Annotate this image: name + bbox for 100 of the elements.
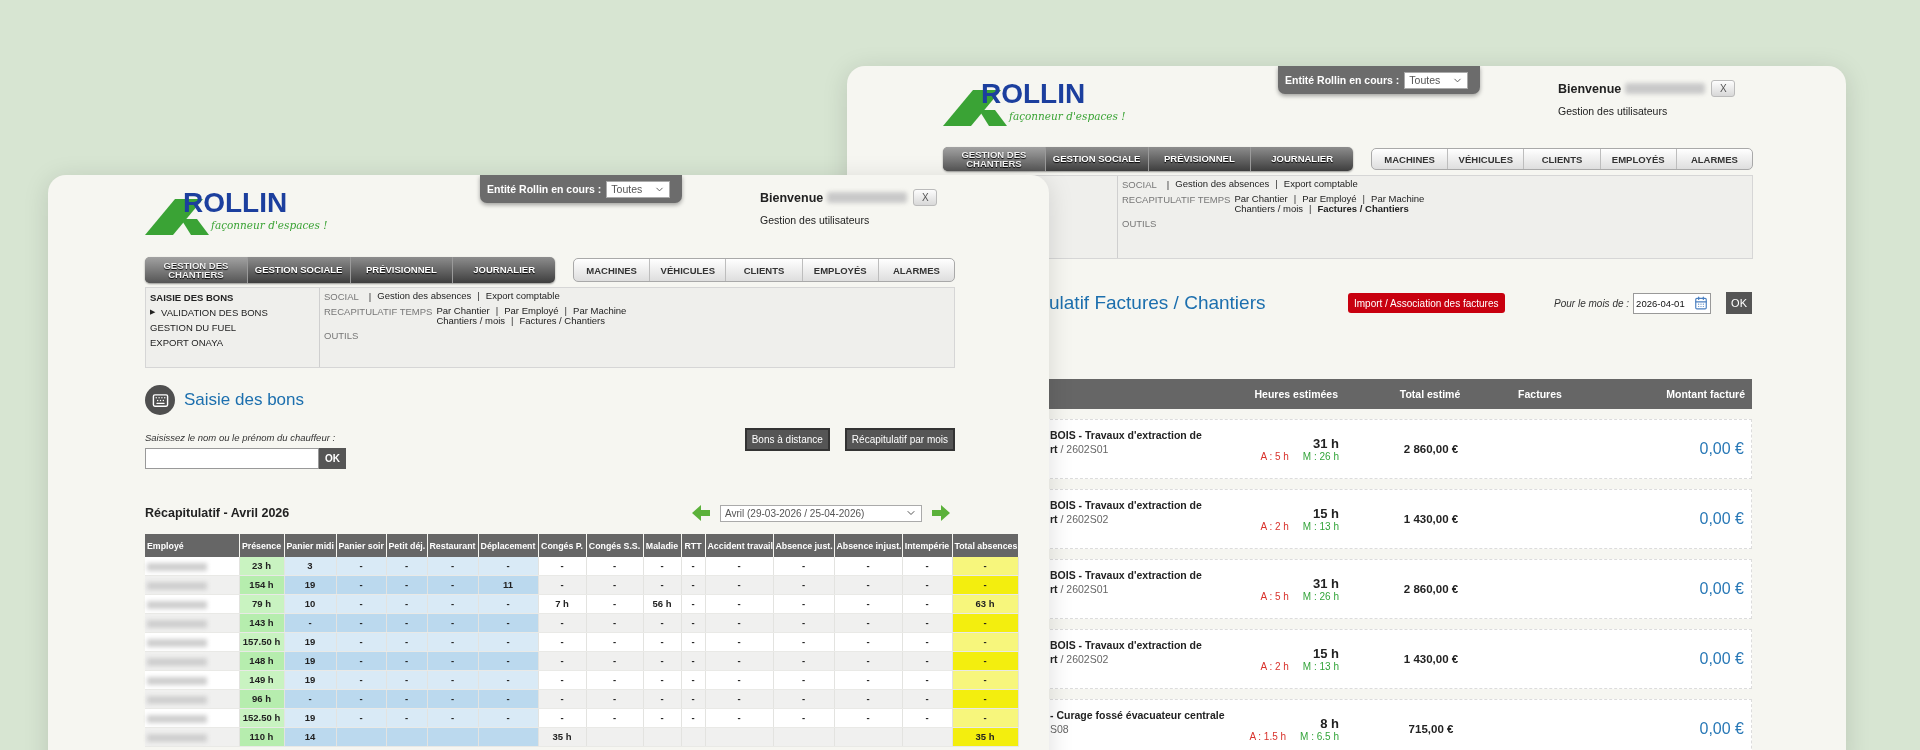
table-cell: -	[681, 557, 705, 576]
submenu-link[interactable]: Chantiers / mois	[436, 316, 506, 326]
ok-button[interactable]: OK	[1726, 292, 1752, 314]
blurred-name	[147, 581, 207, 590]
logo-wordmark: ROLLIN	[981, 80, 1086, 108]
site-reference: rt / 2602S02	[1050, 513, 1110, 525]
secondary-nav-tab[interactable]: MACHINES	[1372, 149, 1449, 169]
close-button[interactable]: X	[913, 189, 938, 206]
estimated-hours: 31 h	[1313, 576, 1339, 591]
entity-select[interactable]: Toutes	[1404, 71, 1469, 89]
estimated-hours: 15 h	[1313, 646, 1339, 661]
page-title: Saisie des bons	[184, 390, 305, 410]
submenu-link[interactable]: Par Machine	[1371, 194, 1425, 204]
submenu-link[interactable]: Par Machine	[573, 306, 627, 316]
calendar-icon[interactable]	[1694, 295, 1709, 310]
billed-amount: 0,00 €	[1698, 510, 1745, 528]
table-cell: -	[478, 557, 538, 576]
import-button[interactable]: Import / Association des factures	[1348, 293, 1505, 313]
month-label: Pour le mois de :	[1554, 297, 1630, 309]
main-nav-tab[interactable]: GESTION DES CHANTIERS	[943, 147, 1046, 171]
blurred-name	[147, 562, 207, 571]
link-separator: |	[1292, 194, 1298, 204]
column-header: Montant facturé	[1665, 388, 1746, 400]
link-separator: |	[476, 291, 481, 301]
action-button[interactable]: Bons à distance	[744, 428, 830, 451]
submenu-link[interactable]: Par Chantier	[1234, 194, 1288, 204]
submenu-item[interactable]: VALIDATION DES BONS	[161, 306, 268, 318]
hours-m-text: M : 26 h	[1302, 451, 1339, 462]
main-nav-tab[interactable]: GESTION DES CHANTIERS	[145, 257, 248, 283]
site-reference: S08	[1050, 723, 1070, 735]
submenu-item[interactable]: SAISIE DES BONS	[150, 291, 234, 303]
submenu-link[interactable]: Export comptable	[1283, 179, 1358, 189]
submenu-link[interactable]: Par Chantier	[436, 306, 490, 316]
link-separator: |	[1165, 179, 1171, 190]
link-separator: |	[494, 306, 500, 316]
close-button[interactable]: X	[1711, 80, 1736, 97]
submenu-link[interactable]: Export comptable	[485, 291, 560, 301]
secondary-nav-tab[interactable]: ALARMES	[1676, 149, 1752, 169]
column-header: Absence just.	[773, 534, 834, 557]
submenu-link[interactable]: Factures / Chantiers	[519, 316, 606, 326]
main-nav-tab[interactable]: JOURNALIER	[1251, 147, 1353, 171]
estimated-hours: 8 h	[1320, 716, 1339, 731]
hours-m-text: M : 13 h	[1302, 521, 1339, 532]
welcome-text: Bienvenue	[760, 190, 824, 205]
page-title: ulatif Factures / Chantiers	[1049, 292, 1267, 314]
main-nav-tab[interactable]: PRÉVISIONNEL	[350, 257, 454, 283]
driver-search-field[interactable]	[145, 448, 319, 469]
secondary-nav-tab[interactable]: EMPLOYÉS	[1600, 149, 1677, 169]
period-select[interactable]: Avril (29-03-2026 / 25-04-2026)	[720, 504, 922, 522]
table-cell: -	[902, 557, 952, 576]
site-title: BOIS - Travaux d'extraction de	[1050, 569, 1203, 581]
table-cell: -	[705, 557, 773, 576]
secondary-nav-tab[interactable]: CLIENTS	[1524, 149, 1601, 169]
submenu-link[interactable]: Par Employé	[504, 306, 559, 316]
main-nav-tab[interactable]: PRÉVISIONNEL	[1148, 147, 1252, 171]
submenu-link[interactable]: Par Employé	[1302, 194, 1357, 204]
secondary-nav-tab[interactable]: MACHINES	[574, 259, 651, 281]
estimated-total: 2 860,00 €	[1402, 583, 1460, 595]
user-management-link[interactable]: Gestion des utilisateurs	[760, 214, 955, 226]
table-cell: -	[386, 557, 427, 576]
submenu-link[interactable]: Gestion des absences	[1175, 179, 1270, 189]
main-nav-tab[interactable]: JOURNALIER	[453, 257, 555, 283]
submenu-item[interactable]: EXPORT ONAYA	[150, 336, 224, 348]
table-cell: -	[834, 557, 902, 576]
entity-select[interactable]: Toutes	[606, 180, 671, 198]
main-nav-tab[interactable]: GESTION SOCIALE	[247, 257, 351, 283]
arrow-right-icon[interactable]	[932, 505, 950, 521]
secondary-nav-tab[interactable]: ALARMES	[878, 259, 954, 281]
link-separator: |	[367, 291, 373, 302]
estimated-hours: 15 h	[1313, 506, 1339, 521]
submenu-link[interactable]: Factures / Chantiers	[1317, 204, 1409, 214]
ok-button[interactable]: OK	[319, 448, 346, 469]
site-title: BOIS - Travaux d'extraction de	[1050, 429, 1203, 441]
submenu-link[interactable]: Gestion des absences	[377, 291, 472, 301]
billed-amount: 0,00 €	[1698, 650, 1745, 668]
main-nav-tab[interactable]: GESTION SOCIALE	[1045, 147, 1149, 171]
action-button[interactable]: Récapitulatif par mois	[844, 428, 955, 451]
link-separator: |	[510, 316, 515, 326]
secondary-nav-tab[interactable]: VÉHICULES	[1448, 149, 1525, 169]
secondary-nav-tab[interactable]: VÉHICULES	[650, 259, 727, 281]
arrow-left-icon[interactable]	[692, 505, 710, 521]
hours-m-text: M : 6.5 h	[1300, 731, 1339, 742]
column-header: Panier soir	[336, 534, 386, 557]
secondary-nav-tab[interactable]: CLIENTS	[726, 259, 803, 281]
secondary-nav-tab[interactable]: EMPLOYÉS	[802, 259, 879, 281]
logo-wordmark: ROLLIN	[183, 189, 288, 217]
estimated-total: 1 430,00 €	[1402, 653, 1460, 665]
column-header: Déplacement	[478, 534, 538, 557]
blurred-name	[147, 695, 207, 704]
table-cell: -	[952, 557, 1018, 576]
submenu-item[interactable]: GESTION DU FUEL	[150, 321, 237, 333]
hours-a-text: A : 5 h	[1260, 451, 1289, 462]
hours-a-text: A : 2 h	[1260, 661, 1289, 672]
search-label: Saisissez le nom ou le prénom du chauffeur :	[145, 432, 337, 443]
user-management-link[interactable]: Gestion des utilisateurs	[1558, 105, 1753, 117]
submenu-link[interactable]: Chantiers / mois	[1234, 204, 1304, 214]
table-cell: 23 h	[239, 557, 284, 576]
table-cell: -	[336, 557, 386, 576]
site-title: - Curage fossé évacuateur centrale	[1050, 709, 1226, 721]
date-field[interactable]: 2026-04-01	[1633, 292, 1712, 314]
